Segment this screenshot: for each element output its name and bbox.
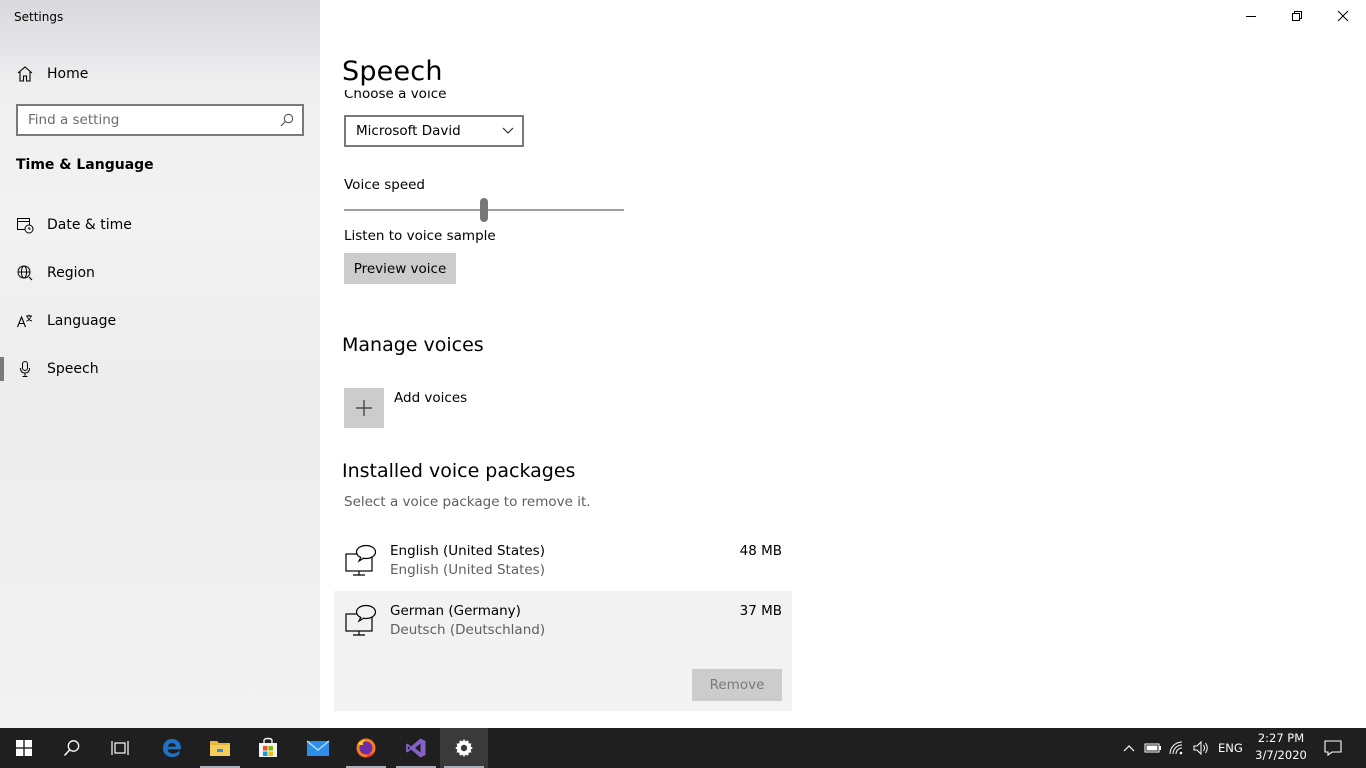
package-name: English (United States) xyxy=(390,543,545,559)
search-box[interactable] xyxy=(16,104,304,136)
add-voices-button[interactable] xyxy=(344,388,384,428)
home-label: Home xyxy=(47,66,89,82)
section-title: Time & Language xyxy=(16,157,154,173)
chevron-up-icon xyxy=(1123,745,1135,752)
store-icon xyxy=(259,737,277,757)
volume-icon xyxy=(1193,740,1208,756)
store-button[interactable] xyxy=(244,728,292,768)
sidebar-item-region[interactable]: Region xyxy=(0,253,320,293)
package-size: 48 MB xyxy=(739,543,782,559)
file-explorer-button[interactable] xyxy=(196,728,244,768)
notification-icon xyxy=(1324,740,1342,756)
installed-voices-heading: Installed voice packages xyxy=(342,460,576,482)
mail-icon xyxy=(306,740,330,756)
volume-tray-button[interactable] xyxy=(1190,728,1212,768)
globe-icon xyxy=(17,265,33,281)
network-tray-button[interactable] xyxy=(1166,728,1188,768)
battery-icon xyxy=(1144,743,1161,753)
wifi-icon xyxy=(1169,741,1183,755)
voice-dropdown[interactable]: Microsoft David xyxy=(344,115,524,147)
start-icon xyxy=(16,740,32,756)
voice-selected-value: Microsoft David xyxy=(356,123,461,139)
clock-time: 2:27 PM xyxy=(1257,731,1305,745)
action-center-button[interactable] xyxy=(1320,728,1346,768)
window-title: Settings xyxy=(14,10,64,24)
slider-thumb[interactable] xyxy=(480,198,488,222)
clock-date: 3/7/2020 xyxy=(1255,748,1307,762)
sidebar-item-label: Date & time xyxy=(47,217,132,233)
add-voices-label[interactable]: Add voices xyxy=(394,390,467,406)
edge-button[interactable] xyxy=(148,728,196,768)
visual-studio-icon xyxy=(406,738,426,758)
battery-tray-button[interactable] xyxy=(1142,728,1164,768)
manage-voices-heading: Manage voices xyxy=(342,334,484,356)
edge-icon xyxy=(163,739,182,757)
search-icon xyxy=(63,740,80,757)
task-view-button[interactable] xyxy=(96,728,144,768)
voice-speed-label: Voice speed xyxy=(344,177,425,193)
microphone-icon xyxy=(20,361,30,377)
chevron-down-icon xyxy=(502,127,514,134)
page-title: Speech xyxy=(342,56,443,87)
calendar-clock-icon xyxy=(17,218,34,234)
settings-icon xyxy=(455,739,473,757)
preview-voice-button[interactable]: Preview voice xyxy=(344,253,456,284)
voice-package-item-selected[interactable]: German (Germany) Deutsch (Deutschland) 3… xyxy=(334,591,792,711)
language-icon xyxy=(16,314,33,328)
sidebar-item-speech[interactable]: Speech xyxy=(0,349,320,389)
home-nav[interactable]: Home xyxy=(16,63,88,85)
remove-button[interactable]: Remove xyxy=(692,669,782,701)
input-language[interactable]: ENG xyxy=(1218,728,1243,768)
close-button[interactable] xyxy=(1320,0,1366,32)
speech-monitor-icon xyxy=(345,604,377,636)
start-button[interactable] xyxy=(0,728,48,768)
show-hidden-icons-button[interactable] xyxy=(1118,728,1140,768)
minimize-icon xyxy=(1246,16,1256,17)
sidebar-item-label: Language xyxy=(47,313,117,329)
package-native-name: Deutsch (Deutschland) xyxy=(390,622,546,638)
minimize-button[interactable] xyxy=(1228,0,1274,32)
taskbar-search-button[interactable] xyxy=(48,728,96,768)
mail-button[interactable] xyxy=(294,728,342,768)
voice-package-item[interactable]: English (United States) English (United … xyxy=(334,531,792,591)
search-icon[interactable] xyxy=(280,113,294,127)
task-view-icon xyxy=(111,741,129,755)
taskbar: ENG 2:27 PM 3/7/2020 xyxy=(0,728,1366,768)
firefox-button[interactable] xyxy=(342,728,390,768)
sidebar-item-date-time[interactable]: Date & time xyxy=(0,205,320,245)
voice-speed-slider[interactable] xyxy=(344,198,624,222)
firefox-icon xyxy=(356,738,376,758)
close-icon xyxy=(1337,10,1349,22)
taskbar-clock[interactable]: 2:27 PM 3/7/2020 xyxy=(1250,730,1312,766)
settings-button[interactable] xyxy=(440,728,488,768)
visual-studio-button[interactable] xyxy=(392,728,440,768)
choose-voice-label-text: Choose a voice xyxy=(344,90,447,102)
sidebar-item-label: Region xyxy=(47,265,95,281)
choose-voice-label: Choose a voice xyxy=(344,90,446,104)
home-icon xyxy=(17,66,33,82)
restore-button[interactable] xyxy=(1274,0,1320,32)
sidebar-item-language[interactable]: Language xyxy=(0,301,320,341)
sidebar-item-label: Speech xyxy=(47,361,99,377)
installed-hint: Select a voice package to remove it. xyxy=(344,494,591,510)
file-explorer-icon xyxy=(210,741,230,756)
main-content: Speech Choose a voice Microsoft David Vo… xyxy=(320,0,1366,728)
package-name: German (Germany) xyxy=(390,603,521,619)
package-size: 37 MB xyxy=(739,603,782,619)
plus-icon xyxy=(356,400,372,416)
speech-monitor-icon xyxy=(345,544,377,576)
listen-label: Listen to voice sample xyxy=(344,228,496,244)
restore-icon xyxy=(1292,11,1302,21)
package-native-name: English (United States) xyxy=(390,562,545,578)
sidebar: Settings Home Time & Language Date & tim… xyxy=(0,0,320,728)
search-input[interactable] xyxy=(28,112,280,128)
